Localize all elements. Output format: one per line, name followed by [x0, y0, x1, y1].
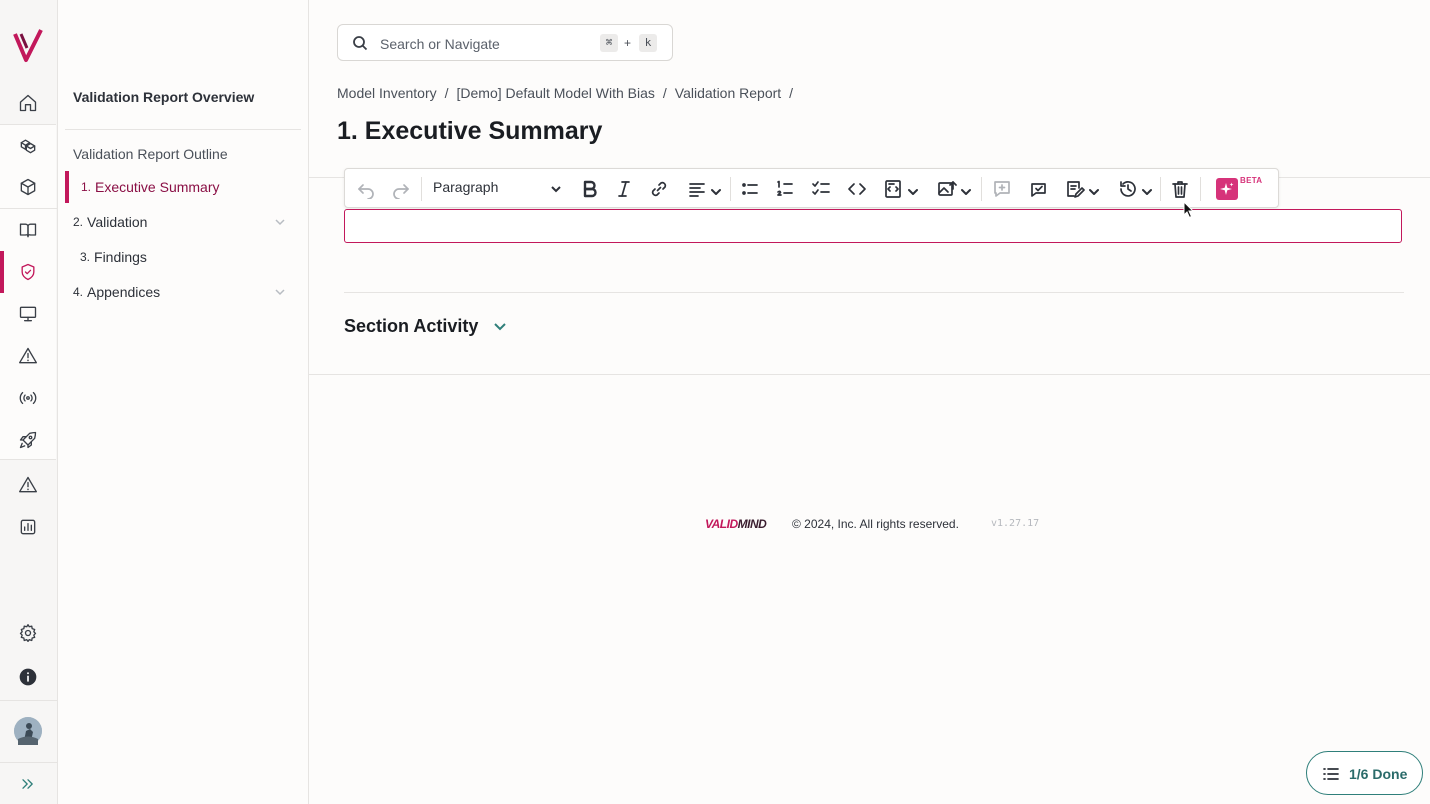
redo-icon[interactable] [390, 177, 412, 201]
divider [309, 374, 1430, 375]
mouse-cursor-icon [1183, 201, 1195, 219]
divider [344, 292, 1404, 293]
image-upload-dropdown[interactable] [933, 177, 975, 201]
toolbar-divider [1160, 177, 1161, 201]
toolbar-divider [730, 177, 731, 201]
search-placeholder: Search or Navigate [380, 36, 500, 52]
outline-item-number: 4. [73, 285, 84, 299]
validmind-wordmark: VALIDMIND [705, 517, 767, 531]
outline-item-label: Validation [87, 214, 148, 230]
chart-icon[interactable] [0, 506, 56, 548]
monitor-icon[interactable] [0, 293, 56, 335]
add-comment-icon[interactable] [990, 177, 1014, 201]
home-icon[interactable] [0, 82, 56, 124]
shortcut-key-cmd: ⌘ [600, 34, 618, 52]
wordmark-part: VALID [705, 517, 738, 531]
shield-check-icon[interactable] [0, 251, 56, 293]
bold-icon[interactable] [579, 177, 601, 201]
list-icon [1323, 766, 1339, 782]
progress-label: 1/6 Done [1349, 766, 1408, 782]
copyright-text: © 2024, Inc. All rights reserved. [792, 517, 959, 531]
checklist-icon[interactable] [809, 177, 833, 201]
trash-icon[interactable] [1169, 177, 1191, 201]
align-dropdown[interactable] [685, 177, 723, 201]
search-bar[interactable]: Search or Navigate ⌘ + k [337, 24, 673, 61]
outline-item-validation[interactable]: 2. Validation [65, 206, 301, 238]
broadcast-icon[interactable] [0, 377, 56, 419]
code-icon[interactable] [846, 177, 868, 201]
outline-item-findings[interactable]: 3. Findings [65, 241, 301, 273]
outline-item-label: Findings [94, 249, 147, 265]
outline-sidebar: Validation Report Overview Validation Re… [59, 0, 309, 804]
info-icon[interactable] [0, 656, 56, 698]
track-changes-dropdown[interactable] [1061, 177, 1103, 201]
nav-rail [0, 0, 58, 804]
outline-item-appendices[interactable]: 4. Appendices [65, 276, 301, 308]
ai-sparkle-icon[interactable] [1216, 178, 1238, 200]
chevron-down-icon[interactable] [273, 215, 287, 229]
outline-item-number: 3. [80, 250, 91, 264]
history-dropdown[interactable] [1114, 177, 1156, 201]
book-icon[interactable] [0, 209, 56, 251]
toolbar-divider [1200, 177, 1201, 201]
validmind-logo-icon[interactable] [12, 28, 44, 64]
gear-icon[interactable] [0, 612, 56, 654]
divider [65, 129, 301, 130]
outline-item-label: Appendices [87, 284, 161, 300]
expand-icon[interactable] [0, 763, 56, 804]
wordmark-part: MIND [737, 517, 767, 531]
section-activity-heading[interactable]: Section Activity [344, 316, 478, 337]
outline-item-label: Executive Summary [95, 179, 220, 195]
link-icon[interactable] [648, 177, 670, 201]
progress-checklist-button[interactable]: 1/6 Done [1306, 751, 1423, 795]
toolbar-divider [981, 177, 982, 201]
code-block-dropdown[interactable] [880, 177, 922, 201]
breadcrumb-validation-report[interactable]: Validation Report [675, 85, 781, 101]
editor-toolbar: Paragraph BETA [344, 168, 1279, 208]
outline-item-executive-summary[interactable]: 1. Executive Summary [65, 171, 301, 203]
breadcrumb-separator: / [444, 85, 449, 101]
outline-item-number: 2. [73, 215, 84, 229]
models-icon[interactable] [0, 125, 56, 167]
comments-icon[interactable] [1026, 177, 1050, 201]
breadcrumb: Model Inventory / [Demo] Default Model W… [337, 85, 801, 101]
bullet-list-icon[interactable] [738, 177, 762, 201]
avatar[interactable] [0, 710, 56, 752]
chevron-down-icon[interactable] [492, 318, 508, 334]
search-icon [352, 35, 368, 51]
warning-icon[interactable] [0, 335, 56, 377]
undo-icon[interactable] [355, 177, 377, 201]
page-title: 1. Executive Summary [337, 117, 603, 145]
italic-icon[interactable] [613, 177, 635, 201]
breadcrumb-separator: / [789, 85, 794, 101]
breadcrumb-model-inventory[interactable]: Model Inventory [337, 85, 437, 101]
section-editor[interactable] [344, 209, 1402, 243]
numbered-list-icon[interactable] [773, 177, 797, 201]
outline-title: Validation Report Outline [73, 146, 228, 162]
warning-icon[interactable] [0, 464, 56, 506]
chevron-down-icon[interactable] [550, 182, 562, 194]
cube-icon[interactable] [0, 166, 56, 208]
version-label: v1.27.17 [991, 518, 1040, 529]
breadcrumb-model[interactable]: [Demo] Default Model With Bias [457, 85, 655, 101]
chevron-down-icon[interactable] [273, 285, 287, 299]
toolbar-divider [421, 177, 422, 201]
overview-title[interactable]: Validation Report Overview [73, 89, 254, 105]
shortcut-key-k: k [639, 34, 657, 52]
block-style-select[interactable]: Paragraph [433, 179, 498, 195]
shortcut-plus: + [624, 36, 632, 50]
beta-badge: BETA [1240, 176, 1263, 185]
rocket-icon[interactable] [0, 419, 56, 461]
outline-item-number: 1. [81, 180, 92, 194]
breadcrumb-separator: / [662, 85, 667, 101]
